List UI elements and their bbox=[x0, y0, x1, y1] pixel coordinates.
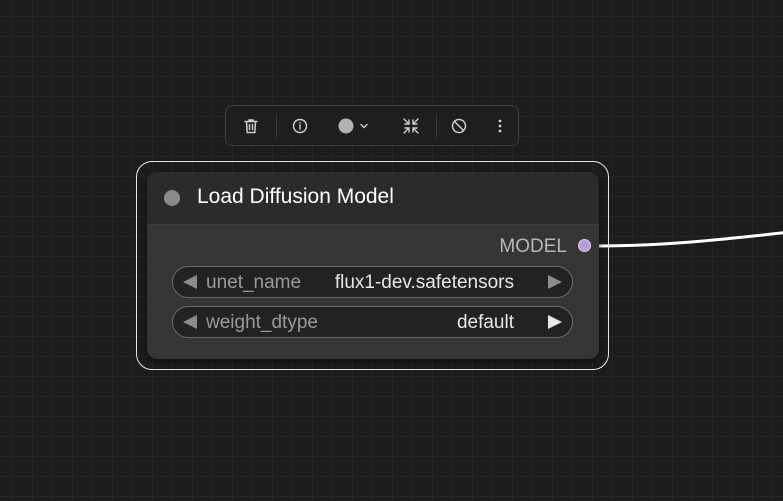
widget-value: default bbox=[456, 312, 514, 333]
more-vertical-icon bbox=[498, 119, 502, 132]
shrink-icon bbox=[403, 117, 419, 134]
trash-icon bbox=[244, 118, 258, 133]
ban-icon bbox=[452, 118, 467, 133]
info-button[interactable] bbox=[277, 106, 325, 145]
output-slot-model[interactable] bbox=[578, 239, 591, 252]
info-icon bbox=[293, 118, 308, 133]
node-toolbar bbox=[225, 105, 519, 146]
more-options-button[interactable] bbox=[482, 106, 518, 145]
widget-value: flux1-dev.safetensors bbox=[334, 272, 514, 293]
widget-label: unet_name bbox=[206, 272, 302, 293]
collapse-dot-icon[interactable] bbox=[164, 190, 180, 206]
bypass-button[interactable] bbox=[437, 106, 483, 145]
arrow-left-icon[interactable] bbox=[183, 275, 197, 289]
output-label-model: MODEL bbox=[499, 236, 567, 257]
arrow-right-icon[interactable] bbox=[548, 315, 562, 329]
load-diffusion-model-node[interactable]: Load Diffusion Model MODEL unet_name flu… bbox=[147, 172, 599, 359]
delete-button[interactable] bbox=[226, 106, 276, 145]
color-dot-icon bbox=[338, 118, 368, 133]
weight-dtype-combo[interactable]: weight_dtype default bbox=[172, 306, 573, 338]
widget-label: weight_dtype bbox=[206, 312, 318, 333]
node-title: Load Diffusion Model bbox=[197, 185, 394, 208]
chevron-down-icon bbox=[360, 123, 368, 128]
collapse-button[interactable] bbox=[386, 106, 436, 145]
color-picker-button[interactable] bbox=[324, 106, 386, 145]
arrow-left-icon[interactable] bbox=[183, 315, 197, 329]
node-header[interactable]: Load Diffusion Model bbox=[147, 172, 599, 225]
unet-name-combo[interactable]: unet_name flux1-dev.safetensors bbox=[172, 266, 573, 298]
arrow-right-icon[interactable] bbox=[548, 275, 562, 289]
